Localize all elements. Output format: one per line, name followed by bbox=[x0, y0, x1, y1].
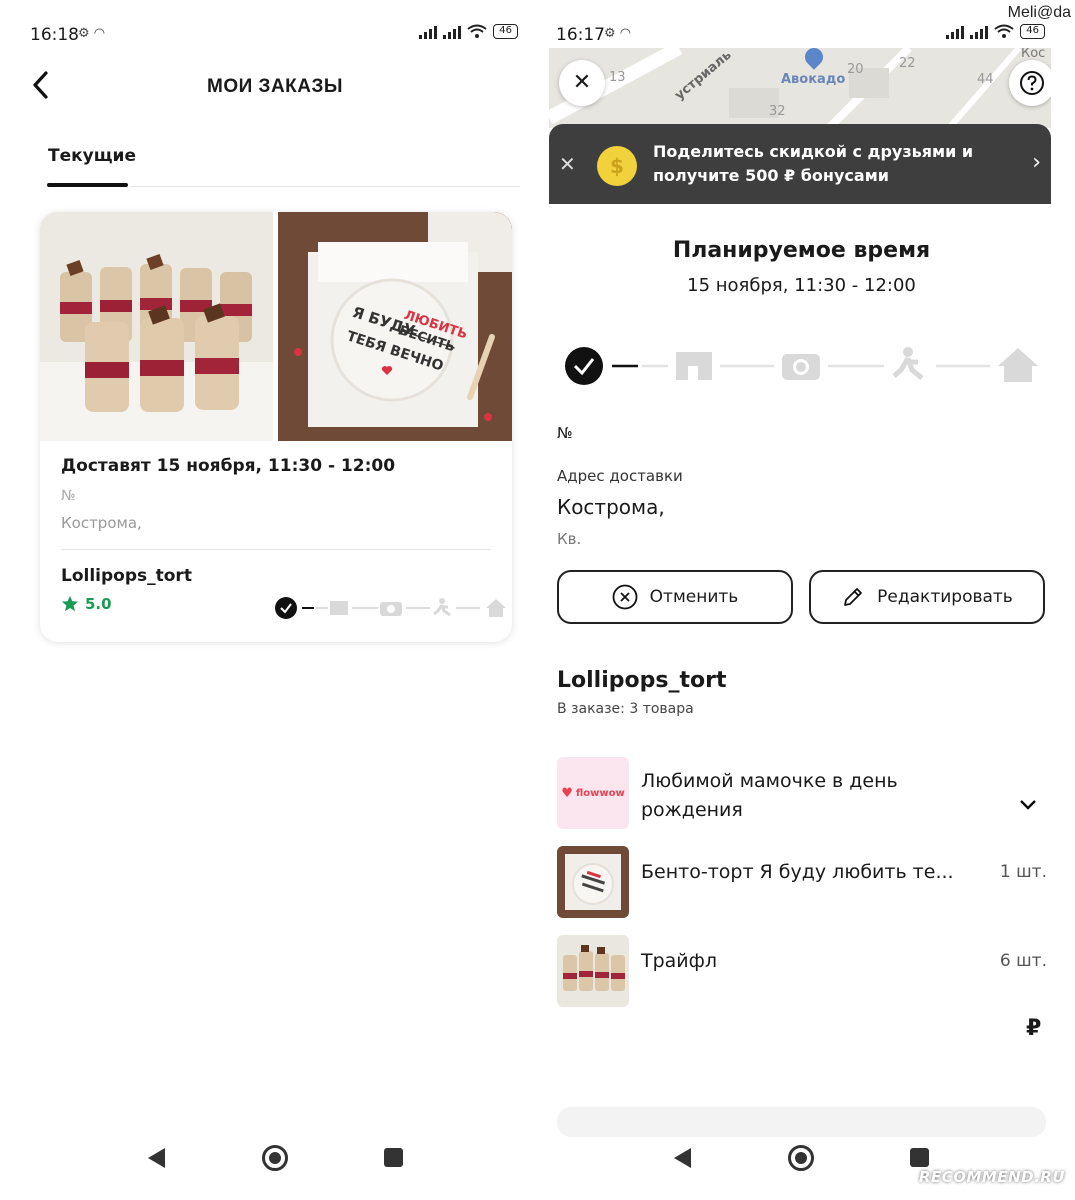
system-icons: 46 bbox=[946, 24, 1045, 39]
recommend-logo: RECOMMEND.RU bbox=[918, 1168, 1065, 1186]
order-details-screen: 16:17 ⚙ ◠ 46 устриаль 13 20 22 32 44 Кос… bbox=[538, 0, 1075, 1200]
map-number: 13 bbox=[609, 70, 626, 85]
list-item[interactable]: Бенто-торт Я буду любить те... 1 шт. bbox=[557, 846, 1047, 918]
nav-home-icon[interactable] bbox=[262, 1145, 288, 1171]
system-nav-bar bbox=[0, 1142, 538, 1172]
star-icon bbox=[61, 595, 79, 612]
nav-back-icon[interactable] bbox=[148, 1148, 165, 1168]
wifi-icon bbox=[994, 24, 1014, 38]
item-name: Любимой мамочке в день рождения bbox=[641, 770, 898, 821]
system-icons: 46 bbox=[419, 24, 518, 39]
coin-icon: $ bbox=[597, 146, 637, 186]
pencil-icon bbox=[844, 588, 863, 606]
planned-time-value: 15 ноября, 11:30 - 12:00 bbox=[687, 275, 916, 296]
rating-value: 5.0 bbox=[85, 595, 112, 613]
address-label: Адрес доставки bbox=[557, 467, 683, 485]
delivery-time: Доставят 15 ноября, 11:30 - 12:00 bbox=[61, 456, 396, 476]
chevron-right-icon[interactable]: › bbox=[1032, 150, 1041, 175]
list-item[interactable]: ♥ flowwow Любимой мамочке в день рождени… bbox=[557, 757, 1047, 829]
planned-time-title: Планируемое время bbox=[672, 238, 931, 263]
battery-icon: 46 bbox=[1020, 24, 1045, 39]
delivery-map[interactable]: устриаль 13 20 22 32 44 Кос Авокадо ✕ bbox=[549, 48, 1051, 128]
signal-icon bbox=[419, 25, 438, 39]
map-number: 44 bbox=[977, 72, 994, 87]
edit-button[interactable]: Редактировать bbox=[809, 570, 1045, 624]
tab-current[interactable]: Текущие bbox=[48, 146, 136, 166]
map-place-label: Авокадо bbox=[781, 72, 846, 87]
my-orders-screen: 16:18 ⚙ ◠ 46 МОИ ЗАКАЗЫ Текущие Я БУДУ Л… bbox=[0, 0, 538, 1200]
trifle-thumb bbox=[557, 935, 629, 1007]
close-icon[interactable]: ✕ bbox=[559, 152, 576, 176]
chevron-down-icon[interactable] bbox=[1019, 795, 1037, 816]
item-quantity: 6 шт. bbox=[999, 951, 1047, 971]
order-number: № bbox=[61, 488, 76, 504]
flowwow-card-thumb: ♥ flowwow bbox=[557, 757, 629, 829]
map-number: 22 bbox=[899, 56, 916, 71]
nav-home-icon[interactable] bbox=[788, 1145, 814, 1171]
edit-button-label: Редактировать bbox=[877, 587, 1013, 607]
item-name: Трайфл bbox=[641, 950, 718, 972]
back-arrow-icon[interactable] bbox=[30, 70, 60, 104]
signal-icon bbox=[946, 25, 965, 39]
order-progress-tracker bbox=[564, 344, 1044, 392]
store-name: Lollipops_tort bbox=[557, 668, 727, 693]
delivery-city: Кострома, bbox=[61, 514, 142, 532]
apartment-label: Кв. bbox=[557, 530, 582, 548]
bottom-panel bbox=[557, 1107, 1046, 1137]
promo-text: Поделитесь скидкой с друзьями и получите… bbox=[653, 142, 974, 185]
author-watermark: Meli@da bbox=[1007, 4, 1071, 21]
battery-icon: 46 bbox=[493, 24, 518, 39]
shop-name: Lollipops_tort bbox=[61, 566, 192, 586]
status-bar: 16:18 ⚙ ◠ 46 bbox=[0, 22, 538, 50]
item-count: В заказе: 3 товара bbox=[557, 701, 694, 717]
cancel-button[interactable]: Отменить bbox=[557, 570, 793, 624]
signal-icon bbox=[443, 25, 462, 39]
signal-icon bbox=[970, 25, 989, 39]
item-quantity: 1 шт. bbox=[999, 862, 1047, 882]
status-bar: 16:17 ⚙ ◠ 46 bbox=[538, 22, 1075, 50]
bento-cake-thumb bbox=[557, 846, 629, 918]
flowwow-logo: flowwow bbox=[575, 787, 625, 799]
cancel-button-label: Отменить bbox=[649, 587, 739, 607]
page-title: МОИ ЗАКАЗЫ bbox=[207, 76, 343, 97]
help-icon[interactable] bbox=[1009, 60, 1051, 106]
list-item[interactable]: Трайфл 6 шт. bbox=[557, 935, 1047, 1007]
order-progress-tracker bbox=[274, 596, 510, 624]
cancel-circle-icon bbox=[612, 584, 638, 610]
map-number: 32 bbox=[769, 104, 786, 119]
tab-divider bbox=[130, 186, 520, 187]
bento-cake-photo: Я БУДУ ЛЮБИТЬ БЕСИТЬ ТЕБЯ ВЕЧНО bbox=[278, 212, 512, 441]
tab-active-indicator bbox=[47, 183, 128, 187]
promo-banner[interactable]: ✕ $ Поделитесь скидкой с друзьями и полу… bbox=[549, 124, 1051, 204]
order-card[interactable]: Я БУДУ ЛЮБИТЬ БЕСИТЬ ТЕБЯ ВЕЧНО Доставят… bbox=[40, 212, 512, 642]
status-time: 16:18 bbox=[30, 25, 79, 45]
nav-recent-icon[interactable] bbox=[384, 1148, 403, 1167]
wifi-icon bbox=[467, 24, 487, 38]
item-name: Бенто-торт Я буду любить те... bbox=[641, 861, 954, 883]
card-divider bbox=[61, 549, 491, 550]
status-time: 16:17 bbox=[556, 25, 605, 45]
nav-back-icon[interactable] bbox=[674, 1148, 691, 1168]
map-number: 20 bbox=[847, 62, 864, 77]
nav-recent-icon[interactable] bbox=[910, 1148, 929, 1167]
heart-icon: ♥ bbox=[561, 785, 573, 801]
gear-icon: ⚙ ◠ bbox=[78, 26, 106, 41]
shop-rating: 5.0 bbox=[61, 595, 112, 613]
gear-icon: ⚙ ◠ bbox=[604, 26, 632, 41]
order-number: № bbox=[557, 424, 573, 442]
address-city: Кострома, bbox=[557, 495, 665, 519]
trifle-cups-photo bbox=[40, 212, 273, 441]
close-icon[interactable]: ✕ bbox=[559, 60, 605, 106]
total-currency: ₽ bbox=[1026, 1016, 1042, 1041]
